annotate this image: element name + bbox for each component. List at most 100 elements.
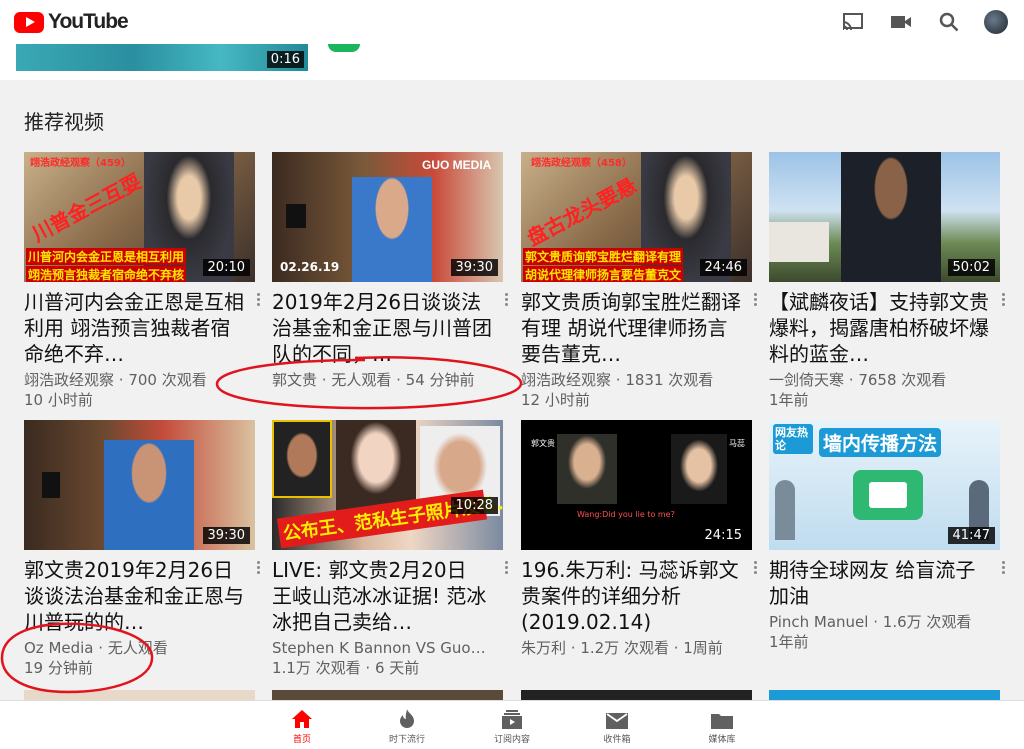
view-count: 1.6万 次观看 [882, 613, 972, 631]
video-thumbnail[interactable]: 50:02 [769, 152, 1000, 282]
video-card[interactable]: 翊浩政经观察（459） 川普金三互耍 川普河内会金正恩是相互利用 翊浩预言独裁者… [24, 152, 260, 410]
video-card[interactable]: 翊浩政经观察（458） 盘古龙头要悬 郭文贵质询郭宝胜烂翻译有理 胡说代理律师扬… [521, 152, 757, 410]
nav-subscriptions[interactable]: 订阅内容 [472, 707, 552, 745]
video-meta: 朱万利 · 1.2万 次观看 · 1周前 [521, 639, 723, 657]
thumb-caption: 川普河内会金正恩是相互利用 [26, 248, 187, 265]
thumb-caption: 胡说代理律师扬言要告董克文 [523, 266, 684, 282]
previous-video-strip: 0:16 [0, 44, 1024, 80]
duration-badge: 24:15 [699, 527, 747, 544]
thumb-caption: 翊浩政经观察（458） [531, 158, 632, 169]
video-thumbnail[interactable]: 郭文贵 马蕊 Wang:Did you lie to me? 24:15 [521, 420, 752, 550]
more-options-icon[interactable] [501, 291, 511, 311]
search-icon[interactable] [936, 10, 962, 34]
thumb-caption: GUO MEDIA [422, 158, 492, 172]
duration-badge: 41:47 [947, 527, 995, 544]
video-thumbnail[interactable]: 网友热论 墙内传播方法 41:47 [769, 420, 1000, 550]
video-meta: 1.1万 次观看 · 6 天前 [272, 659, 420, 677]
account-avatar[interactable] [984, 10, 1008, 34]
video-thumbnail[interactable] [24, 690, 255, 700]
channel-name[interactable]: 朱万利 [521, 639, 566, 657]
channel-name[interactable]: 一剑倚天寒 [769, 371, 844, 389]
video-thumbnail[interactable]: 翊浩政经观察（459） 川普金三互耍 川普河内会金正恩是相互利用 翊浩预言独裁者… [24, 152, 255, 282]
thumb-caption: 翊浩政经观察（459） [30, 158, 131, 169]
video-title[interactable]: 期待全球网友 给盲流子加油 [769, 557, 989, 609]
thumb-caption: 02.26.19 [280, 260, 340, 274]
video-title[interactable]: 【斌麟夜话】支持郭文贵爆料，揭露唐柏桥破坏爆料的蓝金… [769, 289, 989, 367]
more-options-icon[interactable] [750, 559, 760, 579]
video-title[interactable]: 196.朱万利: 马蕊诉郭文贵案件的详细分析(2019.02.14) [521, 557, 741, 635]
video-thumbnail[interactable]: 公布王、范私生子照片及私… 10:28 [272, 420, 503, 550]
upload-age: 1年前 [769, 633, 809, 651]
view-count: 1.1万 次观看 [272, 659, 361, 677]
video-card[interactable]: 网友热论 墙内传播方法 41:47 期待全球网友 给盲流子加油 Pinch Ma… [769, 420, 1005, 652]
more-options-icon[interactable] [998, 291, 1008, 311]
more-options-icon[interactable] [998, 559, 1008, 579]
channel-name[interactable]: 郭文贵 [272, 371, 317, 389]
video-title[interactable]: 郭文贵质询郭宝胜烂翻译有理 胡说代理律师扬言要告董克… [521, 289, 741, 367]
nav-inbox[interactable]: 收件箱 [577, 707, 657, 745]
previous-video-thumbnail[interactable]: 0:16 [16, 44, 308, 71]
more-options-icon[interactable] [253, 559, 263, 579]
video-title[interactable]: 川普河内会金正恩是互相利用 翊浩预言独裁者宿命绝不弃… [24, 289, 244, 367]
video-meta: 郭文贵 · 无人观看 · 54 分钟前 [272, 371, 475, 389]
channel-name[interactable]: Stephen K Bannon VS Guo… [272, 638, 503, 658]
nav-label: 时下流行 [388, 735, 425, 745]
nav-trending[interactable]: 时下流行 [367, 707, 447, 745]
upload-age: 54 分钟前 [405, 371, 475, 389]
video-thumbnail[interactable] [521, 690, 752, 700]
thumb-caption: 郭文贵 [531, 439, 555, 448]
video-card[interactable]: 公布王、范私生子照片及私… 10:28 LIVE: 郭文贵2月20日 王岐山范冰… [272, 420, 508, 678]
thumb-caption: Wang:Did you lie to me? [577, 510, 675, 519]
more-options-icon[interactable] [501, 559, 511, 579]
video-title[interactable]: 郭文贵2019年2月26日谈谈法治基金和金正恩与川普玩的的… [24, 557, 244, 635]
video-meta: Oz Media · 无人观看 [24, 639, 168, 657]
duration-badge: 20:10 [202, 259, 250, 276]
logo-text: YouTube [48, 10, 129, 33]
thumb-caption: 墙内传播方法 [819, 428, 942, 457]
upload-age: 12 小时前 [521, 391, 590, 409]
video-thumbnail[interactable]: 翊浩政经观察（458） 盘古龙头要悬 郭文贵质询郭宝胜烂翻译有理 胡说代理律师扬… [521, 152, 752, 282]
more-options-icon[interactable] [253, 291, 263, 311]
nav-label: 订阅内容 [493, 735, 530, 745]
thumb-caption: 郭文贵质询郭宝胜烂翻译有理 [523, 248, 684, 265]
video-meta: Pinch Manuel · 1.6万 次观看 [769, 613, 972, 631]
video-thumbnail[interactable]: GUO MEDIA 02.26.19 39:30 [272, 152, 503, 282]
channel-avatar[interactable] [328, 44, 360, 52]
library-icon [682, 707, 762, 729]
video-card[interactable]: 50:02 【斌麟夜话】支持郭文贵爆料，揭露唐柏桥破坏爆料的蓝金… 一剑倚天寒 … [769, 152, 1005, 410]
video-meta: 一剑倚天寒 · 7658 次观看 [769, 371, 947, 389]
video-card[interactable]: 39:30 郭文贵2019年2月26日谈谈法治基金和金正恩与川普玩的的… Oz … [24, 420, 260, 678]
upload-age: 1年前 [769, 391, 809, 409]
video-title[interactable]: LIVE: 郭文贵2月20日 王岐山范冰冰证据! 范冰冰把自己卖给… [272, 557, 492, 635]
top-bar: YouTube [0, 0, 1024, 44]
youtube-logo[interactable]: YouTube [14, 10, 129, 34]
upload-age: 1周前 [683, 639, 723, 657]
nav-home[interactable]: 首页 [262, 707, 342, 745]
channel-name[interactable]: 翊浩政经观察 [24, 371, 114, 389]
thumb-caption: 翊浩预言独裁者宿命绝不弃核 [26, 266, 187, 282]
channel-name[interactable]: Oz Media [24, 639, 94, 657]
video-thumbnail[interactable] [769, 690, 1000, 700]
section-title: 推荐视频 [24, 110, 104, 134]
nav-label: 媒体库 [708, 735, 736, 745]
duration-badge: 39:30 [450, 259, 498, 276]
home-icon [262, 707, 342, 729]
channel-name[interactable]: Pinch Manuel [769, 613, 868, 631]
video-card[interactable]: GUO MEDIA 02.26.19 39:30 2019年2月26日谈谈法治基… [272, 152, 508, 390]
video-card[interactable]: 郭文贵 马蕊 Wang:Did you lie to me? 24:15 196… [521, 420, 757, 658]
view-count: 无人观看 [107, 639, 168, 657]
cast-icon[interactable] [840, 10, 866, 34]
duration-badge: 50:02 [947, 259, 995, 276]
video-title[interactable]: 2019年2月26日谈谈法治基金和金正恩与川普团队的不同，… [272, 289, 492, 367]
camera-icon[interactable] [888, 10, 914, 34]
trending-icon [367, 707, 447, 729]
thumb-caption: 川普金三互耍 [28, 169, 146, 247]
duration-badge: 10:28 [450, 497, 498, 514]
video-thumbnail[interactable]: 39:30 [24, 420, 255, 550]
more-options-icon[interactable] [750, 291, 760, 311]
video-thumbnail[interactable] [272, 690, 503, 700]
bottom-navigation: 首页 时下流行 订阅内容 收件箱 媒体库 [0, 700, 1024, 749]
thumb-caption: 网友热论 [773, 424, 813, 454]
nav-library[interactable]: 媒体库 [682, 707, 762, 745]
channel-name[interactable]: 翊浩政经观察 [521, 371, 611, 389]
